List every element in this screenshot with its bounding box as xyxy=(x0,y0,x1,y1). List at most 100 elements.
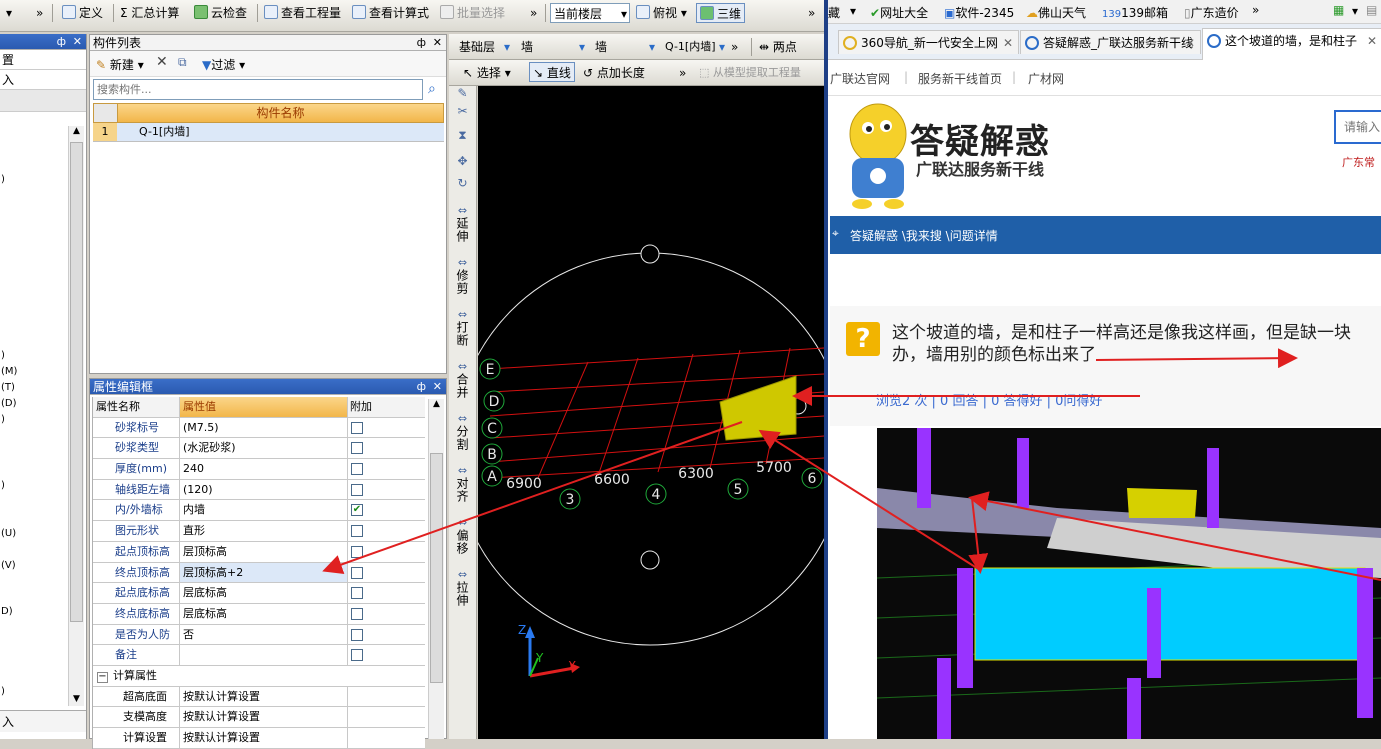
overflow-icon[interactable]: » xyxy=(679,63,686,83)
close-icon[interactable]: ✕ xyxy=(1185,31,1195,54)
property-value[interactable]: 内墙 xyxy=(179,500,347,521)
property-row[interactable]: 终点底标高 层底标高 xyxy=(93,603,425,625)
extra-checkbox[interactable]: ✔ xyxy=(351,504,363,517)
scroll-down-icon[interactable]: ▼ xyxy=(69,694,84,704)
property-row[interactable]: 厚度(mm) 240 xyxy=(93,459,425,480)
sum-calc-button[interactable]: Σ 汇总计算 xyxy=(120,3,179,23)
question-image[interactable] xyxy=(877,428,1381,739)
two-point-button[interactable]: ⇹ 两点 xyxy=(759,37,797,57)
view-formula-button[interactable]: 查看计算式 xyxy=(352,3,429,23)
chevron-down-icon[interactable]: ▾ xyxy=(649,37,655,57)
property-row[interactable]: 起点底标高 层底标高 xyxy=(93,583,425,604)
property-row[interactable]: 砂浆类型 (水泥砂浆) xyxy=(93,438,425,460)
bookmark-2[interactable]: ▣软件-2345 xyxy=(944,4,1014,21)
vertical-tool[interactable]: ⇔ 打断 xyxy=(449,304,476,356)
close-icon[interactable]: ✕ xyxy=(1003,31,1013,54)
move-icon[interactable]: ✥ xyxy=(449,154,476,176)
property-value[interactable]: 按默认计算设置 xyxy=(179,728,347,748)
calc-property-row[interactable]: 支模高度 按默认计算设置 xyxy=(93,707,425,728)
bookmark-0[interactable]: 藏 xyxy=(828,4,840,21)
vertical-tool[interactable]: ⇔ 延伸 xyxy=(449,200,476,252)
filter-button[interactable]: ▼过滤 ▾ xyxy=(202,56,245,73)
point-length-button[interactable]: ↺ 点加长度 xyxy=(583,63,645,83)
property-value[interactable]: 层顶标高+2 xyxy=(179,562,347,583)
apps-icon[interactable]: ▦ xyxy=(1333,3,1344,17)
three-d-button[interactable]: 三维 xyxy=(696,3,746,23)
property-value[interactable]: 层底标高 xyxy=(179,603,347,624)
chevron-down-icon[interactable]: ▾ xyxy=(1352,4,1358,18)
extra-checkbox[interactable] xyxy=(351,545,363,558)
vertical-tool[interactable]: ⇔ 合并 xyxy=(449,356,476,408)
overflow-icon[interactable]: » xyxy=(36,3,43,23)
close-icon[interactable]: ✕ xyxy=(433,379,442,395)
pin-icon[interactable]: ф xyxy=(57,34,66,50)
calc-property-row[interactable]: 计算设置 按默认计算设置 xyxy=(93,728,425,749)
search-icon[interactable]: ⌕ xyxy=(428,81,436,97)
copy-icon[interactable]: ⧉ xyxy=(178,55,187,70)
property-value[interactable]: (120) xyxy=(179,479,347,500)
type-select-1[interactable]: 墙 xyxy=(521,37,533,57)
bookmark-3[interactable]: ☁佛山天气 xyxy=(1026,4,1086,21)
property-scrollbar[interactable]: ▲ xyxy=(428,399,444,739)
extra-checkbox[interactable] xyxy=(351,628,363,641)
extra-checkbox[interactable] xyxy=(351,566,363,579)
left-scrollbar[interactable]: ▲ ▼ xyxy=(68,126,84,706)
search-input[interactable] xyxy=(93,79,423,100)
extra-checkbox[interactable] xyxy=(351,607,363,620)
overflow-icon[interactable]: » xyxy=(731,37,738,57)
property-value[interactable]: 按默认计算设置 xyxy=(179,707,347,727)
collapse-icon[interactable]: − xyxy=(97,671,108,683)
nav-link-1[interactable]: 服务新干线首页 xyxy=(918,70,1002,87)
calc-property-row[interactable]: 超高底面 按默认计算设置 xyxy=(93,686,425,708)
scroll-up-icon[interactable]: ▲ xyxy=(429,399,444,413)
bookmark-4[interactable]: 139139邮箱 xyxy=(1102,4,1168,21)
tab-360[interactable]: 360导航_新一代安全上网 ✕ xyxy=(838,30,1019,54)
property-row[interactable]: 砂浆标号 (M7.5) xyxy=(93,417,425,439)
chevron-down-icon[interactable]: ▾ xyxy=(719,37,725,57)
group-row[interactable]: − 计算属性 xyxy=(93,665,425,687)
property-value[interactable]: 否 xyxy=(179,624,347,645)
property-value[interactable] xyxy=(179,645,347,665)
define-button[interactable]: 定义 xyxy=(62,3,103,23)
vertical-tool[interactable]: ⇔ 修剪 xyxy=(449,252,476,304)
property-row[interactable]: 轴线距左墙 (120) xyxy=(93,479,425,501)
batch-select-button[interactable]: 批量选择 xyxy=(440,3,505,23)
vertical-tool[interactable]: ⇔ 拉伸 xyxy=(449,564,476,616)
extra-checkbox[interactable] xyxy=(351,442,363,455)
delete-icon[interactable]: ✕ xyxy=(156,54,168,70)
top-view-button[interactable]: 俯视 ▾ xyxy=(636,3,687,23)
pin-icon[interactable]: ф xyxy=(417,35,426,51)
view-circle-handle-top[interactable] xyxy=(640,244,660,264)
extra-checkbox[interactable] xyxy=(351,463,363,476)
property-row[interactable]: 备注 xyxy=(93,645,425,666)
bookmark-5[interactable]: ▯广东造价 xyxy=(1184,4,1239,21)
current-floor-select[interactable]: 当前楼层 ▾ xyxy=(550,3,630,23)
close-icon[interactable]: ✕ xyxy=(1367,29,1377,53)
property-value[interactable]: 层顶标高 xyxy=(179,541,347,562)
rotate-icon[interactable]: ↻ xyxy=(449,176,476,200)
dropdown-arrow-icon[interactable]: ▾ xyxy=(6,3,12,23)
left-item-1[interactable]: 置 xyxy=(0,50,86,70)
edit-icon[interactable]: ✎ xyxy=(449,86,476,104)
property-value[interactable]: 240 xyxy=(179,459,347,479)
view-circle-handle-bottom[interactable] xyxy=(640,550,660,570)
bookmark-1[interactable]: ✔网址大全 xyxy=(870,4,928,21)
overflow-icon-3[interactable]: » xyxy=(808,3,815,23)
new-button[interactable]: ✎ 新建 ▾ xyxy=(96,56,144,73)
property-row[interactable]: 图元形状 直形 xyxy=(93,521,425,542)
floor-select[interactable]: 基础层 xyxy=(459,37,495,57)
property-value[interactable]: (水泥砂浆) xyxy=(179,438,347,459)
close-icon[interactable]: ✕ xyxy=(433,35,442,51)
scissor-icon[interactable]: ✂ xyxy=(449,104,476,128)
close-icon[interactable]: ✕ xyxy=(73,34,82,50)
property-row[interactable]: 内/外墙标 内墙 ✔ xyxy=(93,500,425,522)
component-select[interactable]: Q-1[内墙] xyxy=(665,37,717,57)
cloud-check-button[interactable]: 云检查 xyxy=(194,3,247,23)
extra-checkbox[interactable] xyxy=(351,587,363,600)
scroll-up-icon[interactable]: ▲ xyxy=(69,126,84,140)
tab-question[interactable]: 这个坡道的墙，是和柱子 ✕ xyxy=(1202,28,1381,60)
property-value[interactable]: 层底标高 xyxy=(179,583,347,603)
type-select-2[interactable]: 墙 xyxy=(595,37,607,57)
pin-icon[interactable]: ф xyxy=(417,379,426,395)
overflow-icon[interactable]: » xyxy=(1252,3,1259,17)
